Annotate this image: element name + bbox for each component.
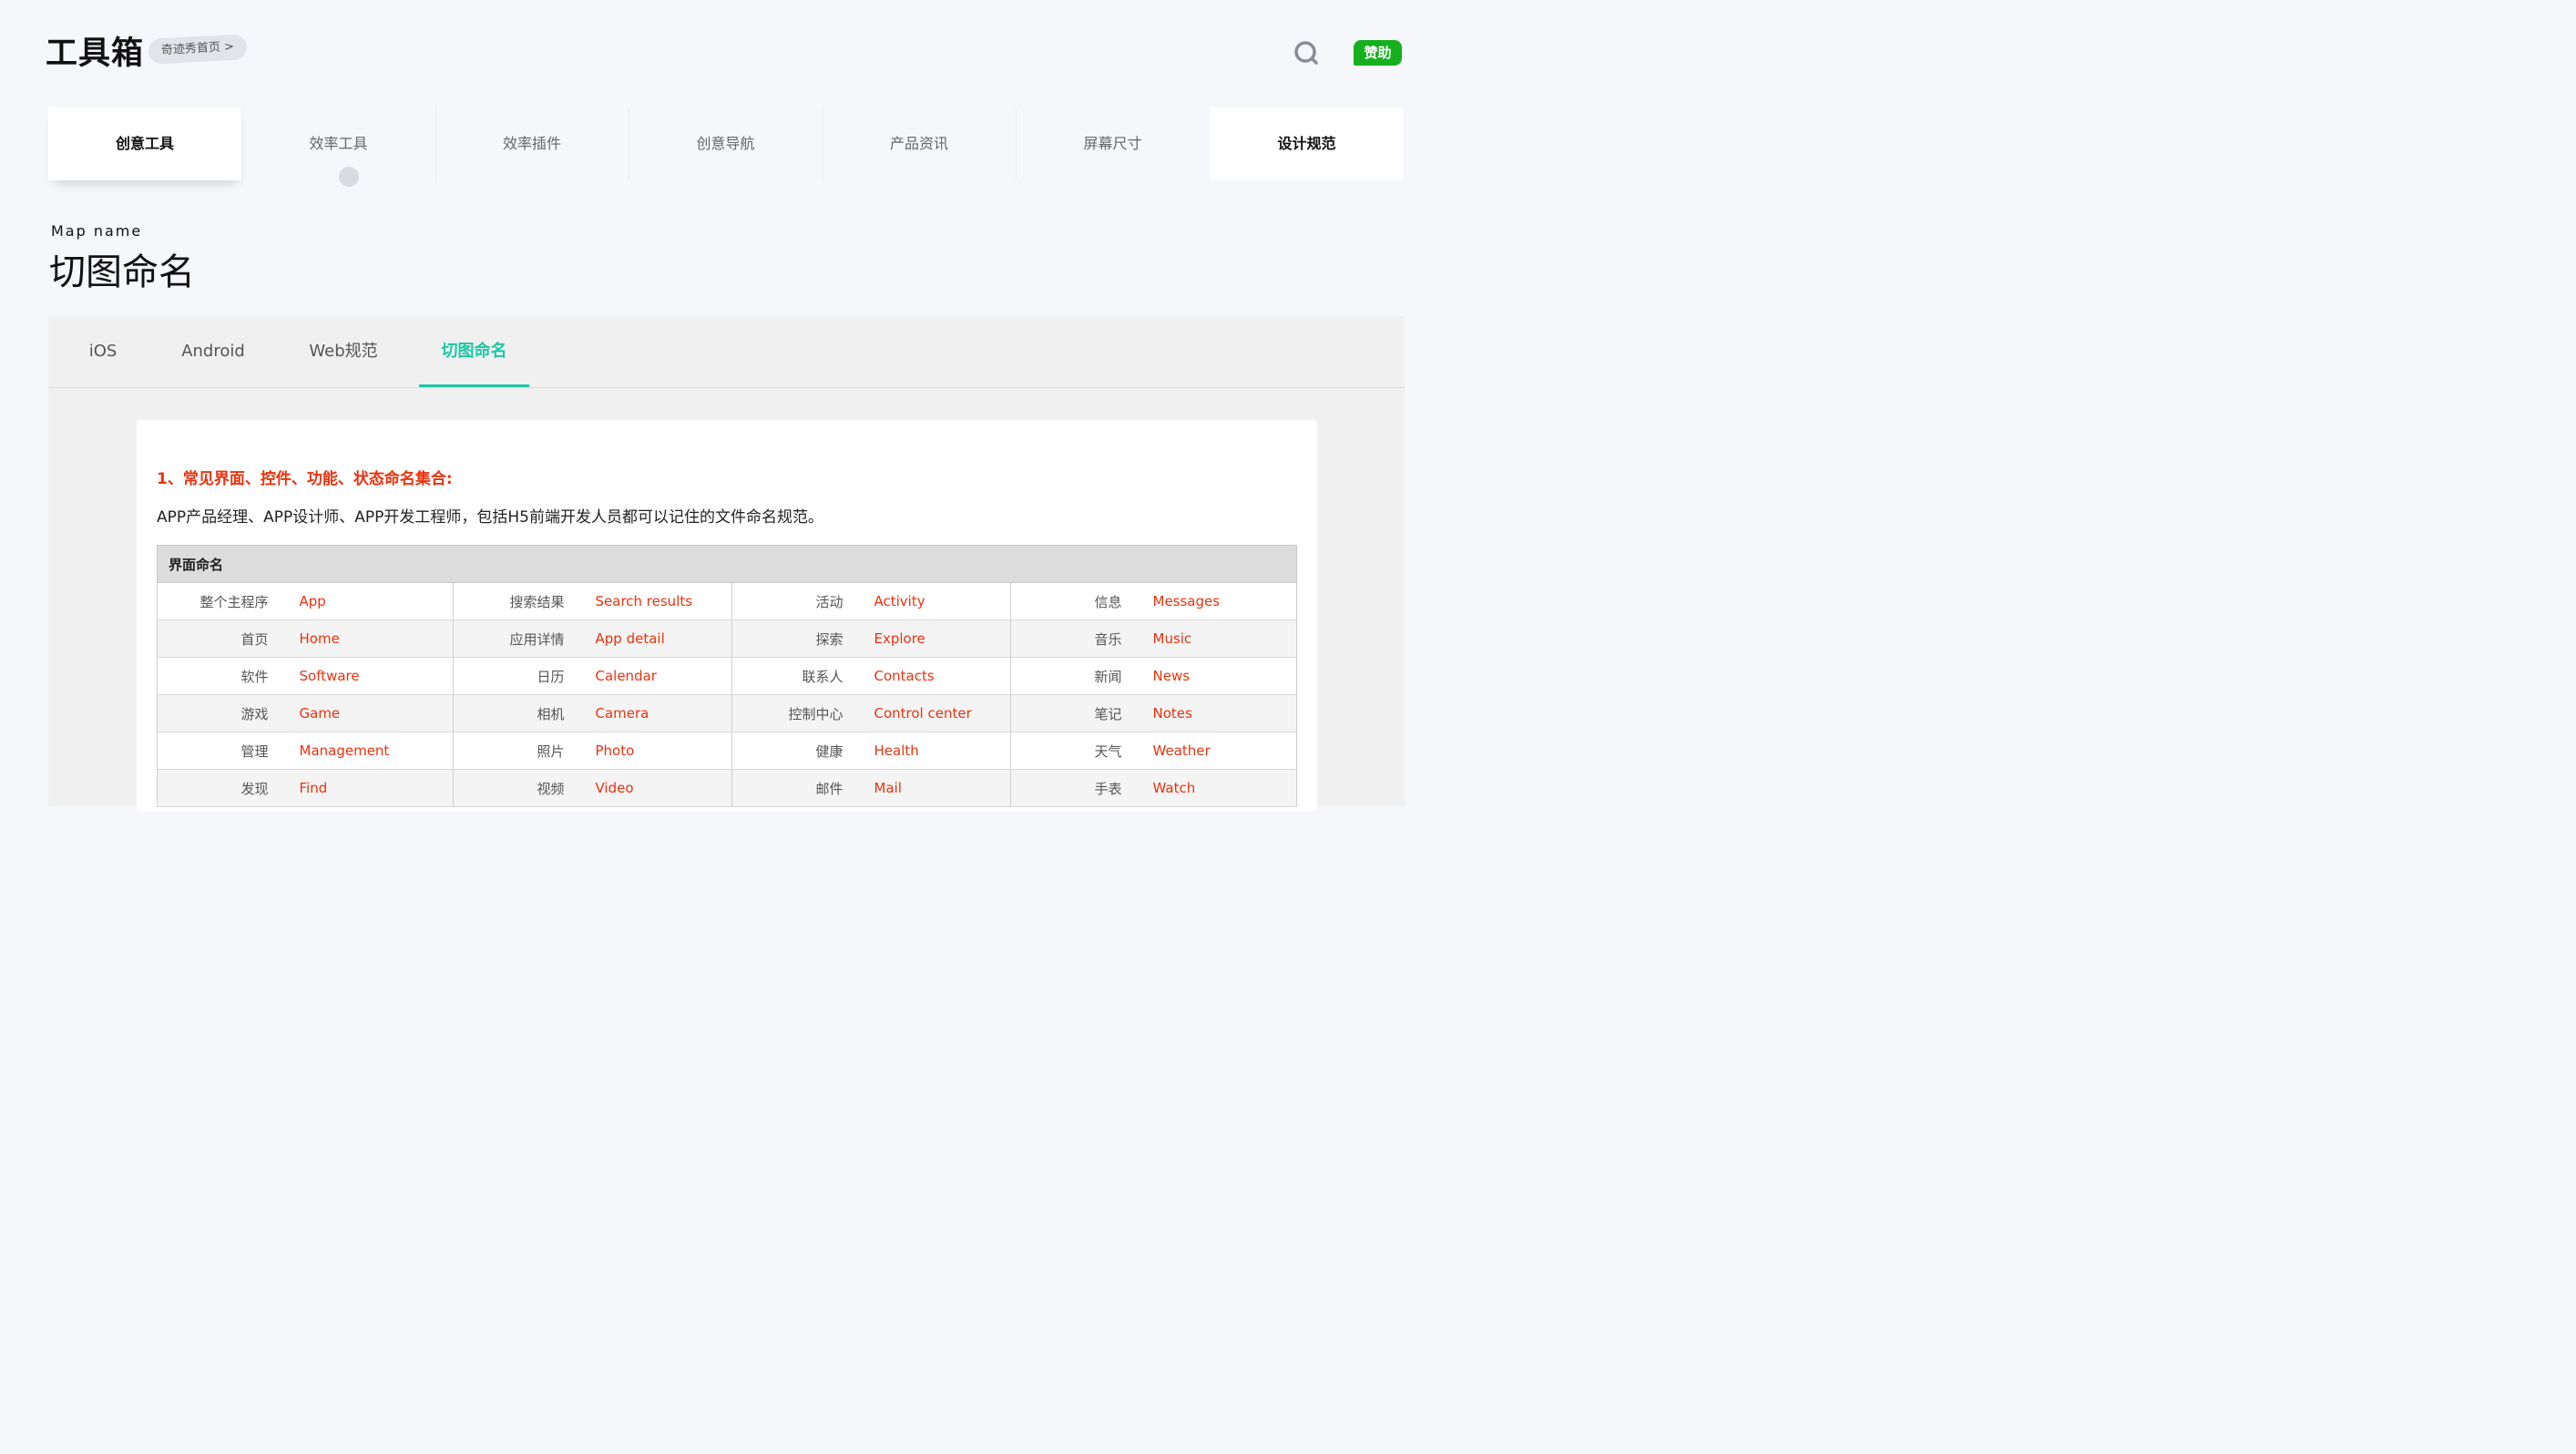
subtab-slice-naming[interactable]: 切图命名 <box>419 316 529 387</box>
section-title: 1、常见界面、控件、功能、状态命名集合: <box>157 470 453 488</box>
table-row: 软件 Software 日历 Calendar 联系人 Contacts 新闻 News <box>157 657 1298 695</box>
term-english: Music <box>1136 619 1298 658</box>
term-english: Notes <box>1136 694 1298 732</box>
table-row: 整个主程序 App 搜索结果 Search results 活动 Activity 信息 Me… <box>157 582 1298 620</box>
term-chinese: 探索 <box>731 619 858 658</box>
term-chinese: 相机 <box>453 694 579 732</box>
tab-indicator-dot <box>339 167 359 187</box>
term-chinese: 软件 <box>157 657 283 695</box>
active-tab-underline <box>419 384 529 387</box>
term-chinese: 整个主程序 <box>157 582 283 620</box>
term-english: News <box>1136 657 1298 695</box>
term-english: Game <box>282 694 454 732</box>
term-english: Calendar <box>578 657 732 695</box>
term-chinese: 邮件 <box>731 769 858 807</box>
term-chinese: 活动 <box>731 582 858 620</box>
page-subtitle: Map name <box>51 222 143 240</box>
term-english: App <box>282 582 454 620</box>
term-chinese: 手表 <box>1010 769 1137 807</box>
section-description: APP产品经理、APP设计师、APP开发工程师，包括H5前端开发人员都可以记住的… <box>157 508 823 527</box>
table-row: 首页 Home 应用详情 App detail 探索 Explore 音乐 Music <box>157 619 1298 658</box>
tab-screen-size[interactable]: 屏幕尺寸 <box>1016 108 1211 180</box>
search-icon[interactable] <box>1293 40 1319 66</box>
tab-efficiency-plugins[interactable]: 效率插件 <box>435 108 629 180</box>
term-english: Home <box>282 619 454 658</box>
header: 工具箱 奇迹秀首页 > 赞助 <box>0 0 1428 100</box>
term-english: Activity <box>857 582 1011 620</box>
term-chinese: 管理 <box>157 732 283 770</box>
tab-creative-nav[interactable]: 创意导航 <box>629 108 823 180</box>
table-row: 管理 Management 照片 Photo 健康 Health 天气 Weather <box>157 732 1298 770</box>
subtab-web[interactable]: Web规范 <box>300 316 387 387</box>
top-nav-tabs: 创意工具 效率工具 效率插件 创意导航 产品资讯 屏幕尺寸 设计规范 <box>48 108 1404 182</box>
term-english: Management <box>282 732 454 770</box>
term-chinese: 信息 <box>1010 582 1137 620</box>
term-english: Messages <box>1136 582 1298 620</box>
logo[interactable]: 工具箱 <box>46 27 144 74</box>
term-english: Video <box>578 769 732 807</box>
term-chinese: 新闻 <box>1010 657 1137 695</box>
tab-product-news[interactable]: 产品资讯 <box>823 108 1017 180</box>
term-english: Photo <box>578 732 732 770</box>
term-chinese: 天气 <box>1010 732 1137 770</box>
table-row: 游戏 Game 相机 Camera 控制中心 Control center 笔记 Notes <box>157 694 1298 732</box>
term-english: Search results <box>578 582 732 620</box>
term-chinese: 音乐 <box>1010 619 1137 658</box>
subtab-ios[interactable]: iOS <box>76 316 130 387</box>
sub-tabs: iOS Android Web规范 切图命名 <box>48 316 1405 388</box>
term-english: Weather <box>1136 732 1298 770</box>
naming-table: 界面命名 整个主程序 App 搜索结果 Search results 活动 Activit… <box>156 545 1298 807</box>
term-chinese: 控制中心 <box>731 694 858 732</box>
term-english: Camera <box>578 694 732 732</box>
term-chinese: 首页 <box>157 619 283 658</box>
term-english: Mail <box>857 769 1011 807</box>
term-chinese: 笔记 <box>1010 694 1137 732</box>
term-english: Contacts <box>857 657 1011 695</box>
term-chinese: 联系人 <box>731 657 858 695</box>
tab-efficiency-tools[interactable]: 效率工具 <box>241 108 436 180</box>
term-chinese: 日历 <box>453 657 579 695</box>
page-title: 切图命名 <box>49 251 195 293</box>
term-english: App detail <box>578 619 732 658</box>
term-chinese: 游戏 <box>157 694 283 732</box>
term-english: Watch <box>1136 769 1298 807</box>
term-chinese: 发现 <box>157 769 283 807</box>
tab-design-spec[interactable]: 设计规范 <box>1210 108 1404 180</box>
term-english: Control center <box>857 694 1011 732</box>
term-english: Find <box>282 769 454 807</box>
table-row: 发现 Find 视频 Video 邮件 Mail 手表 Watch <box>157 769 1298 807</box>
term-english: Explore <box>857 619 1011 658</box>
term-chinese: 视频 <box>453 769 579 807</box>
tab-creative-tools[interactable]: 创意工具 <box>48 108 242 180</box>
term-english: Software <box>282 657 454 695</box>
subtab-android[interactable]: Android <box>174 316 252 387</box>
content-panel: iOS Android Web规范 切图命名 1、常见界面、控件、功能、状态命名… <box>48 316 1405 812</box>
table-header: 界面命名 <box>156 545 1298 583</box>
term-chinese: 应用详情 <box>453 619 579 658</box>
term-chinese: 搜索结果 <box>453 582 579 620</box>
term-english: Health <box>857 732 1011 770</box>
sponsor-button[interactable]: 赞助 <box>1354 40 1402 66</box>
term-chinese: 照片 <box>453 732 579 770</box>
home-link[interactable]: 奇迹秀首页 > <box>148 34 248 65</box>
term-chinese: 健康 <box>731 732 858 770</box>
content-card: 1、常见界面、控件、功能、状态命名集合: APP产品经理、APP设计师、APP开… <box>137 420 1317 812</box>
